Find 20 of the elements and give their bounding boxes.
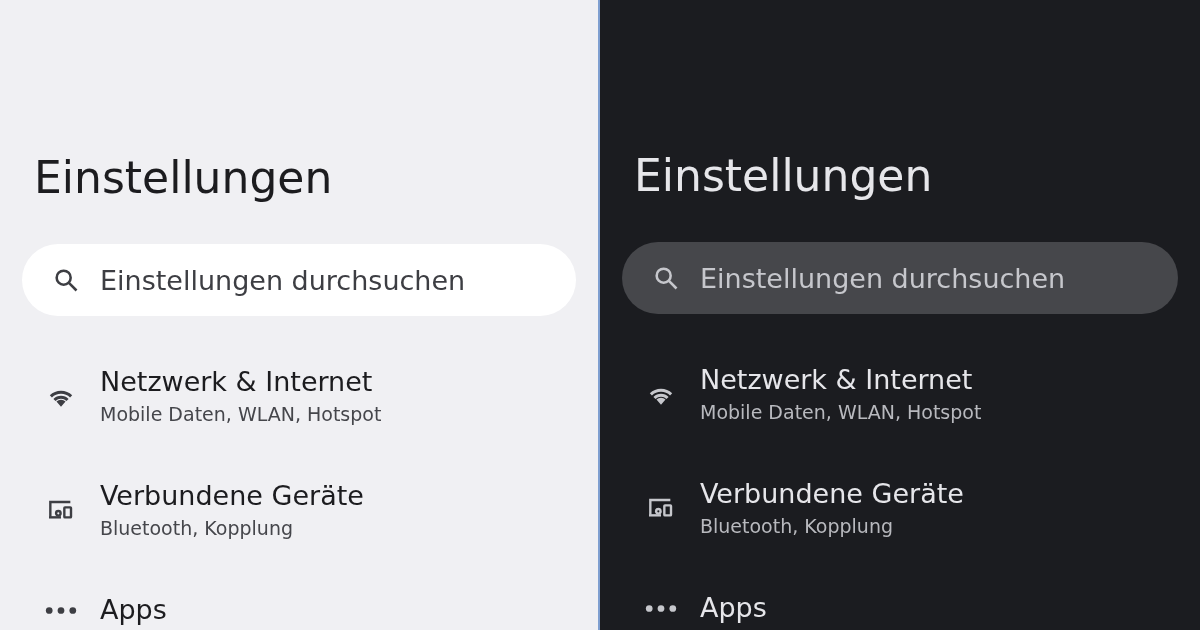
search-bar[interactable]: Einstellungen durchsuchen [622,242,1178,314]
setting-title[interactable]: Netzwerk & Internet [100,364,382,400]
setting-title[interactable]: Apps [100,592,167,628]
search-icon [652,264,680,292]
page-title: Einstellungen [34,151,334,205]
search-bar[interactable]: Einstellungen durchsuchen [22,244,576,316]
more-icon [45,605,77,615]
setting-title[interactable]: Apps [700,590,767,626]
setting-title[interactable]: Verbundene Geräte [700,476,964,512]
page-title: Einstellungen [634,149,934,203]
search-field[interactable]: Einstellungen durchsuchen [100,264,576,296]
setting-title[interactable]: Verbundene Geräte [100,478,364,514]
setting-summary: Bluetooth, Kopplung [700,514,894,539]
setting-summary: Mobile Daten, WLAN, Hotspot [700,400,982,425]
setting-summary: Mobile Daten, WLAN, Hotspot [100,402,382,427]
search-field[interactable]: Einstellungen durchsuchen [700,262,1178,294]
search-icon [52,266,80,294]
more-icon [645,603,677,613]
setting-summary: Bluetooth, Kopplung [100,516,294,541]
setting-title[interactable]: Netzwerk & Internet [700,362,982,398]
